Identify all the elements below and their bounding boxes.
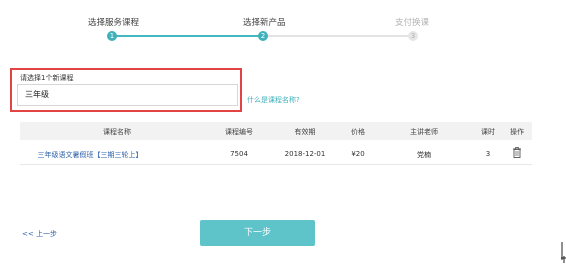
change-course-page: 选择服务课程 选择新产品 支付换课 1 2 3 请选择1个新课程 三年级 什么是… xyxy=(0,0,566,266)
step-connector-2 xyxy=(263,35,413,37)
course-price: ¥20 xyxy=(351,150,365,158)
step-1-label: 选择服务课程 xyxy=(88,18,140,28)
step-2-label: 选择新产品 xyxy=(243,18,286,28)
step-1-dot: 1 xyxy=(107,31,117,41)
step-3-dot: 3 xyxy=(408,31,418,41)
header-course-code: 课程编号 xyxy=(225,128,253,136)
step-2-dot: 2 xyxy=(258,31,268,41)
step-connector-1 xyxy=(112,35,263,37)
next-step-button[interactable]: 下一步 xyxy=(200,220,315,246)
table-header xyxy=(20,122,532,140)
row-divider xyxy=(20,164,532,165)
course-teacher: 党楠 xyxy=(417,151,431,159)
step-3-label: 支付换课 xyxy=(395,18,430,28)
header-course-name: 课程名称 xyxy=(103,128,131,136)
course-hours: 3 xyxy=(485,150,491,158)
trash-icon[interactable] xyxy=(512,147,522,158)
header-teacher: 主讲老师 xyxy=(410,128,438,136)
previous-step-link[interactable]: << 上一步 xyxy=(22,229,57,239)
course-code: 7504 xyxy=(230,150,248,158)
header-hours: 课时 xyxy=(481,128,495,136)
course-name-help-link[interactable]: 什么是课程名称? xyxy=(247,95,300,105)
course-name-link[interactable]: 三年级语文暑假班【三期三轮上】 xyxy=(38,150,143,160)
course-select-label: 请选择1个新课程 xyxy=(20,74,74,82)
text-cursor-icon xyxy=(561,242,566,263)
course-search-input[interactable]: 三年级 xyxy=(17,84,238,106)
header-action: 操作 xyxy=(510,128,524,136)
header-price: 价格 xyxy=(351,128,365,136)
course-expiry: 2018-12-01 xyxy=(284,150,326,158)
header-expiry: 有效期 xyxy=(294,128,316,136)
